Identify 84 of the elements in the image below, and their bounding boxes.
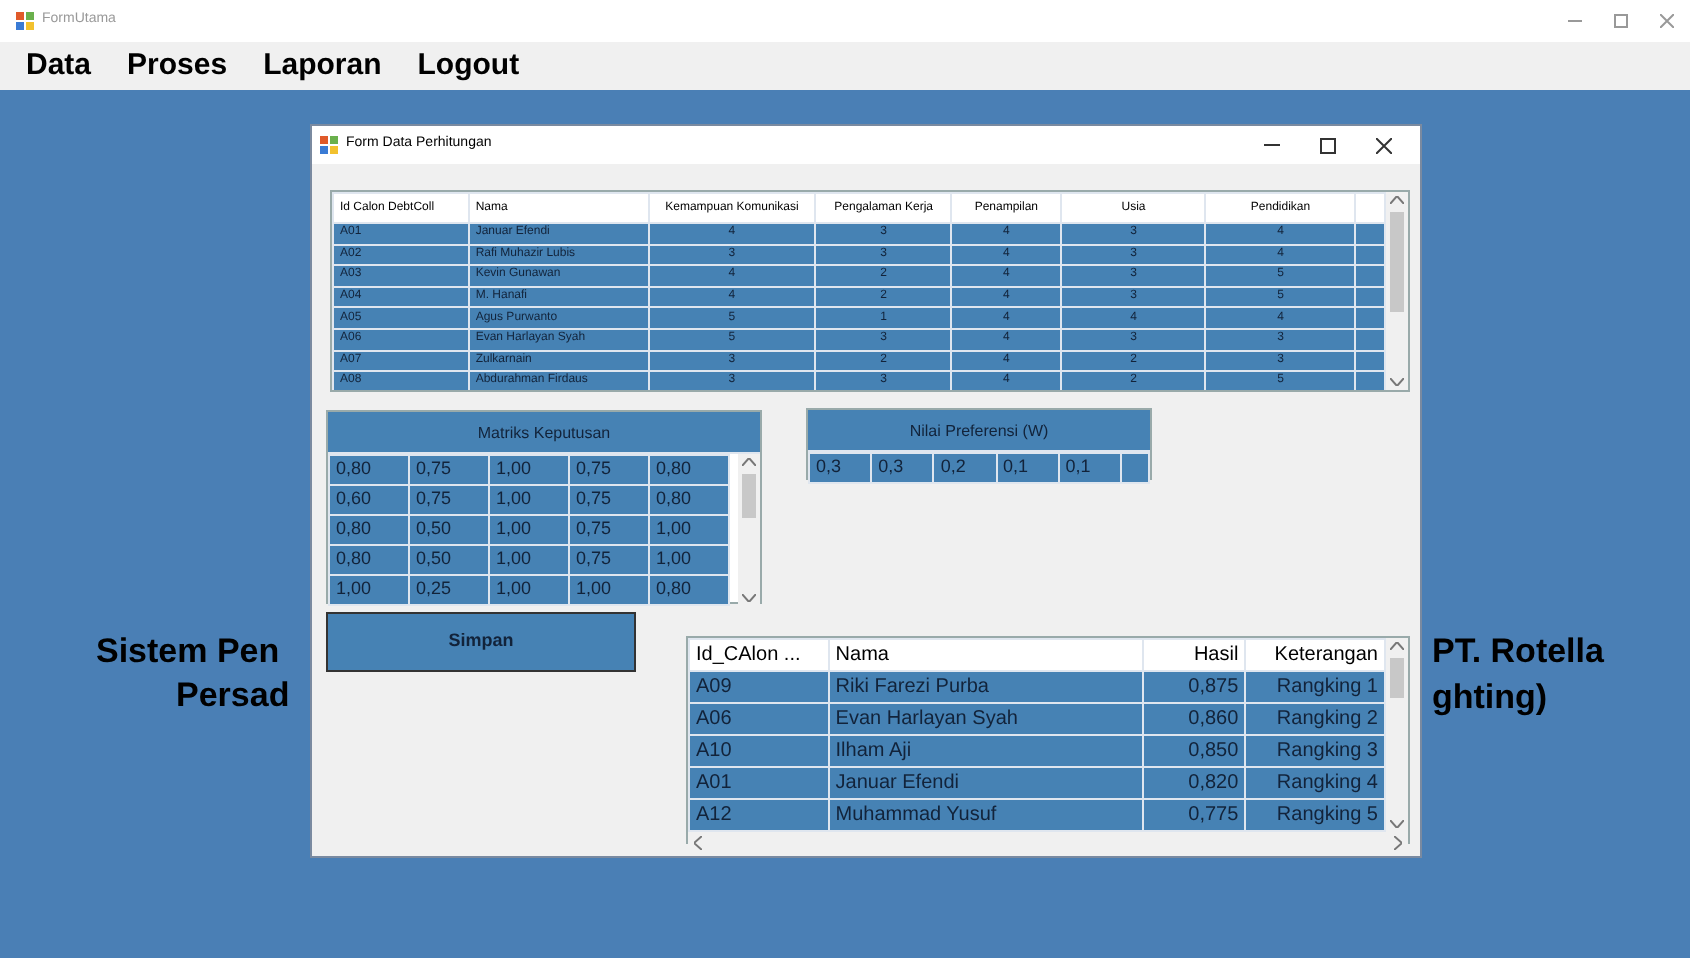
table-cell[interactable]: 0,80: [649, 485, 729, 515]
horizontal-scrollbar[interactable]: [688, 832, 1408, 854]
table-cell[interactable]: 0,80: [329, 455, 409, 485]
vertical-scrollbar[interactable]: [1386, 638, 1408, 832]
scroll-up-icon[interactable]: [742, 458, 756, 466]
table-cell[interactable]: 0,775: [1142, 799, 1246, 831]
column-header[interactable]: Keterangan: [1245, 639, 1385, 671]
table-cell[interactable]: 1,00: [569, 575, 649, 605]
table-cell[interactable]: 0,875: [1142, 671, 1246, 703]
form-icon: [320, 136, 338, 154]
scroll-right-icon[interactable]: [1394, 836, 1402, 850]
table-cell[interactable]: Rangking 4: [1245, 767, 1385, 799]
table-cell[interactable]: 0,3: [809, 453, 872, 483]
table-cell[interactable]: 1,00: [489, 545, 569, 575]
table-cell[interactable]: Rangking 5: [1245, 799, 1385, 831]
vertical-scrollbar[interactable]: [1386, 192, 1408, 390]
table-cell[interactable]: A06: [689, 703, 829, 735]
table-cell[interactable]: 0,1: [1058, 453, 1121, 483]
weights-title: Nilai Preferensi (W): [808, 410, 1150, 452]
table-cell[interactable]: 0,75: [569, 515, 649, 545]
save-button[interactable]: Simpan: [326, 612, 636, 672]
table-cell[interactable]: 1,00: [649, 545, 729, 575]
table-cell[interactable]: 0,2: [933, 453, 997, 483]
table-cell[interactable]: 0,80: [649, 575, 729, 605]
scroll-down-icon[interactable]: [742, 594, 756, 602]
table-cell[interactable]: 0,820: [1142, 767, 1246, 799]
menu-item[interactable]: Laporan: [253, 42, 392, 90]
heading-text: PT. Rotella: [1432, 630, 1604, 674]
scroll-thumb[interactable]: [1390, 212, 1404, 312]
table-cell[interactable]: 0,860: [1142, 703, 1246, 735]
table-cell[interactable]: 0,1: [996, 453, 1059, 483]
table-cell[interactable]: A01: [689, 767, 829, 799]
table-cell[interactable]: A12: [689, 799, 829, 831]
table-cell[interactable]: Evan Harlayan Syah: [828, 703, 1143, 735]
heading-text: Persad: [176, 674, 290, 718]
table-cell[interactable]: Muhammad Yusuf: [828, 799, 1143, 831]
scroll-up-icon[interactable]: [1390, 642, 1404, 650]
column-header[interactable]: Nama: [828, 639, 1143, 671]
scroll-down-icon[interactable]: [1390, 820, 1404, 828]
table-cell[interactable]: Januar Efendi: [828, 767, 1143, 799]
table-cell[interactable]: 1,00: [649, 515, 729, 545]
column-header[interactable]: Hasil: [1142, 639, 1246, 671]
column-header[interactable]: Id_CAlon ...: [689, 639, 829, 671]
menu-item[interactable]: Logout: [407, 42, 530, 90]
heading-text: Sistem Pen: [96, 630, 280, 674]
table-cell[interactable]: 0,75: [569, 455, 649, 485]
table-cell[interactable]: Rangking 3: [1245, 735, 1385, 767]
table-cell[interactable]: 0,75: [409, 455, 489, 485]
table-cell[interactable]: Rangking 1: [1245, 671, 1385, 703]
table-cell[interactable]: Ilham Aji: [828, 735, 1143, 767]
scroll-left-icon[interactable]: [694, 836, 702, 850]
menu-item[interactable]: Data: [16, 42, 102, 90]
table-cell[interactable]: 0,75: [409, 485, 489, 515]
table-cell[interactable]: 1,00: [329, 575, 409, 605]
table-cell[interactable]: 0,80: [649, 455, 729, 485]
table-cell[interactable]: 1,00: [489, 455, 569, 485]
table-cell[interactable]: 1,00: [489, 575, 569, 605]
table-cell[interactable]: 0,25: [409, 575, 489, 605]
heading-text: ghting): [1432, 676, 1548, 720]
menu-item[interactable]: Proses: [117, 42, 238, 90]
vertical-scrollbar[interactable]: [738, 454, 760, 606]
table-cell[interactable]: 0,75: [569, 545, 649, 575]
table-cell[interactable]: 0,50: [409, 515, 489, 545]
table-cell[interactable]: 0,80: [329, 515, 409, 545]
table-cell[interactable]: 1,00: [489, 515, 569, 545]
close-icon[interactable]: [1376, 137, 1392, 153]
scroll-up-icon[interactable]: [1390, 196, 1404, 204]
table-cell[interactable]: Rangking 2: [1245, 703, 1385, 735]
table-cell[interactable]: 0,60: [329, 485, 409, 515]
table-cell[interactable]: A10: [689, 735, 829, 767]
table-cell[interactable]: Riki Farezi Purba: [828, 671, 1143, 703]
scroll-thumb[interactable]: [1390, 658, 1404, 698]
table-cell[interactable]: 0,3: [871, 453, 934, 483]
maximize-icon[interactable]: [1320, 137, 1336, 153]
table-cell[interactable]: 0,80: [329, 545, 409, 575]
table-cell[interactable]: A09: [689, 671, 829, 703]
matrix-title: Matriks Keputusan: [328, 412, 760, 454]
table-cell[interactable]: 1,00: [489, 485, 569, 515]
table-cell[interactable]: 0,75: [569, 485, 649, 515]
app-icon: [16, 12, 34, 30]
scroll-thumb[interactable]: [742, 474, 756, 518]
table-cell[interactable]: 0,850: [1142, 735, 1246, 767]
scroll-down-icon[interactable]: [1390, 378, 1404, 386]
table-cell[interactable]: 0,50: [409, 545, 489, 575]
